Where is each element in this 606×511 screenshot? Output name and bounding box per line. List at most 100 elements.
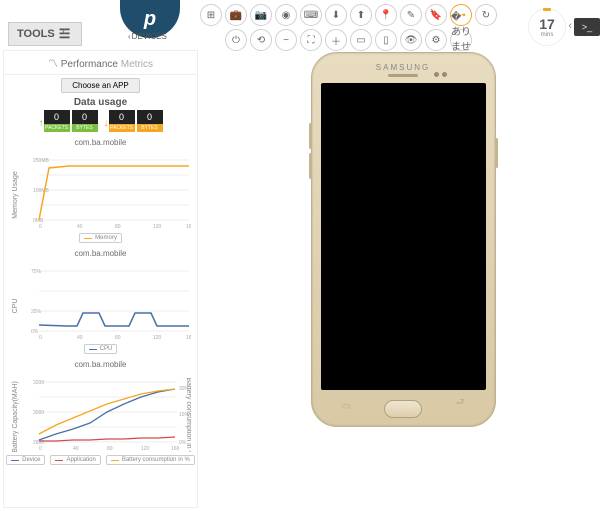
power-button[interactable] <box>495 138 498 168</box>
volume-up-button[interactable] <box>309 123 312 149</box>
svg-text:160: 160 <box>186 335 191 341</box>
legend-cpu[interactable]: CPU <box>84 344 118 354</box>
upload-counters: ↑ 0PACKETS 0BYTES <box>39 110 98 132</box>
settings-icon[interactable]: ⚙ <box>425 29 447 51</box>
landscape-icon[interactable]: ▭ <box>350 29 372 51</box>
back-button[interactable]: ⮐ <box>456 395 465 412</box>
svg-text:25%: 25% <box>31 309 42 315</box>
svg-text:80: 80 <box>115 335 121 341</box>
wifi-icon[interactable]: �ありません <box>450 29 472 51</box>
globe-icon[interactable]: ◉ <box>275 4 297 26</box>
phone-screen[interactable] <box>321 83 486 390</box>
timer-tick-icon <box>543 8 551 11</box>
download-counters: ↓ 0PACKETS 0BYTES <box>104 110 163 132</box>
zoom-out-icon[interactable]: − <box>275 29 297 51</box>
device-viewport: SAMSUNG ▭ ⮐ <box>200 52 606 511</box>
svg-text:80: 80 <box>107 446 113 452</box>
svg-text:3000: 3000 <box>33 410 44 416</box>
logo-letter: p <box>144 8 156 31</box>
svg-text:100MB: 100MB <box>33 188 50 194</box>
keyboard-icon[interactable]: ⌨ <box>300 4 322 26</box>
down-bytes-label: BYTES <box>137 124 163 132</box>
power-icon[interactable]: ⏻ <box>225 29 247 51</box>
phone-frame: SAMSUNG ▭ ⮐ <box>311 52 496 427</box>
legend-device[interactable]: Device <box>6 455 45 465</box>
svg-text:15%: 15% <box>179 412 190 418</box>
briefcase-icon[interactable]: 💼 <box>225 4 247 26</box>
svg-text:40: 40 <box>73 446 79 452</box>
sensor-dots <box>434 72 447 77</box>
portrait-icon[interactable]: ▯ <box>375 29 397 51</box>
chart-title: com.ba.mobile <box>4 360 197 369</box>
rotate-icon[interactable]: ⟲ <box>250 29 272 51</box>
tools-button[interactable]: TOOLS ☰ <box>8 22 82 46</box>
tools-label: TOOLS <box>17 28 55 40</box>
down-bytes-value: 0 <box>137 110 163 124</box>
zoom-in-icon[interactable]: ＋ <box>325 29 347 51</box>
panel-title: 〽 Performance Metrics <box>4 51 197 75</box>
metrics-sidebar: 〽 Performance Metrics Choose an APP Data… <box>3 50 198 508</box>
down-packets-value: 0 <box>109 110 135 124</box>
toolbar-row-2: ⏻ ⟲ − ⛶ ＋ ▭ ▯ 👁 ⚙ �ありません <box>225 29 497 51</box>
terminal-icon: >_ <box>582 22 592 32</box>
svg-text:0: 0 <box>39 224 42 230</box>
timer-unit: mins <box>541 32 554 38</box>
legend-application[interactable]: Application <box>50 455 100 465</box>
memory-chart-svg: Memory Usage 250MB100MB0MB 04080120160 <box>11 150 191 230</box>
device-toolbar: ⊞ 💼 📷 ◉ ⌨ ⬇ ⬆ 📍 ✎ 🔖 ⊶ ↻ ⏻ ⟲ − ⛶ ＋ ▭ ▯ 👁 … <box>200 4 497 51</box>
choose-app-button[interactable]: Choose an APP <box>61 78 139 93</box>
apps-icon[interactable]: ⊞ <box>200 4 222 26</box>
up-packets-label: PACKETS <box>44 124 70 132</box>
svg-text:75%: 75% <box>31 269 42 275</box>
svg-text:250MB: 250MB <box>33 158 50 164</box>
refresh-icon[interactable]: ↻ <box>475 4 497 26</box>
svg-text:0: 0 <box>39 335 42 341</box>
cpu-chart: com.ba.mobile CPU 75%25%0% 04080120160 C… <box>4 249 197 354</box>
svg-text:0: 0 <box>39 446 42 452</box>
svg-text:160: 160 <box>171 446 180 452</box>
edit-icon[interactable]: ✎ <box>400 4 422 26</box>
trend-icon: 〽 <box>48 59 58 70</box>
fit-icon[interactable]: ⛶ <box>300 29 322 51</box>
timer-value: 17 <box>539 16 555 32</box>
cpu-series-line <box>39 313 189 326</box>
download-icon[interactable]: ⬇ <box>325 4 347 26</box>
battery-chart: com.ba.mobile Battery Capacity(MAH) Batt… <box>4 360 197 465</box>
svg-text:Memory Usage: Memory Usage <box>12 171 19 219</box>
location-icon[interactable]: 📍 <box>375 4 397 26</box>
down-packets-label: PACKETS <box>109 124 135 132</box>
svg-text:120: 120 <box>141 446 150 452</box>
visibility-icon[interactable]: 👁 <box>400 29 422 51</box>
speaker-icon <box>388 74 418 77</box>
svg-text:40: 40 <box>77 335 83 341</box>
svg-text:0%: 0% <box>31 329 39 335</box>
terminal-button[interactable]: >_ <box>574 18 600 36</box>
data-usage-title: Data usage <box>4 97 197 108</box>
svg-text:40: 40 <box>77 224 83 230</box>
upload-icon[interactable]: ⬆ <box>350 4 372 26</box>
devices-label[interactable]: DEVICES <box>128 32 167 41</box>
camera-icon[interactable]: 📷 <box>250 4 272 26</box>
svg-text:30%: 30% <box>179 386 190 392</box>
top-bar: TOOLS ☰ ‹ p DEVICES ⊞ 💼 📷 ◉ ⌨ ⬇ ⬆ 📍 ✎ 🔖 … <box>0 0 606 48</box>
volume-down-button[interactable] <box>309 153 312 179</box>
svg-text:120: 120 <box>153 224 162 230</box>
title-strong: Performance <box>61 59 118 70</box>
recent-apps-button[interactable]: ▭ <box>342 401 351 412</box>
tag-icon[interactable]: 🔖 <box>425 4 447 26</box>
legend-memory[interactable]: Memory <box>79 233 122 243</box>
svg-text:160: 160 <box>186 224 191 230</box>
legend-battery-pct[interactable]: Battery consumption in % <box>106 455 195 465</box>
phone-brand: SAMSUNG <box>312 63 495 72</box>
chart-title: com.ba.mobile <box>4 249 197 258</box>
up-packets-value: 0 <box>44 110 70 124</box>
svg-text:120: 120 <box>153 335 162 341</box>
collapse-right-icon[interactable]: ‹ <box>568 20 572 32</box>
svg-text:80: 80 <box>115 224 121 230</box>
svg-text:Battery Capacity(MAH): Battery Capacity(MAH) <box>12 381 19 452</box>
svg-text:0%: 0% <box>179 440 187 446</box>
battery-chart-svg: Battery Capacity(MAH) Battery consumptio… <box>11 372 191 452</box>
home-button[interactable] <box>384 400 422 418</box>
memory-chart: com.ba.mobile Memory Usage 250MB100MB0MB… <box>4 138 197 243</box>
collapse-left-icon[interactable]: ‹ <box>62 24 66 38</box>
